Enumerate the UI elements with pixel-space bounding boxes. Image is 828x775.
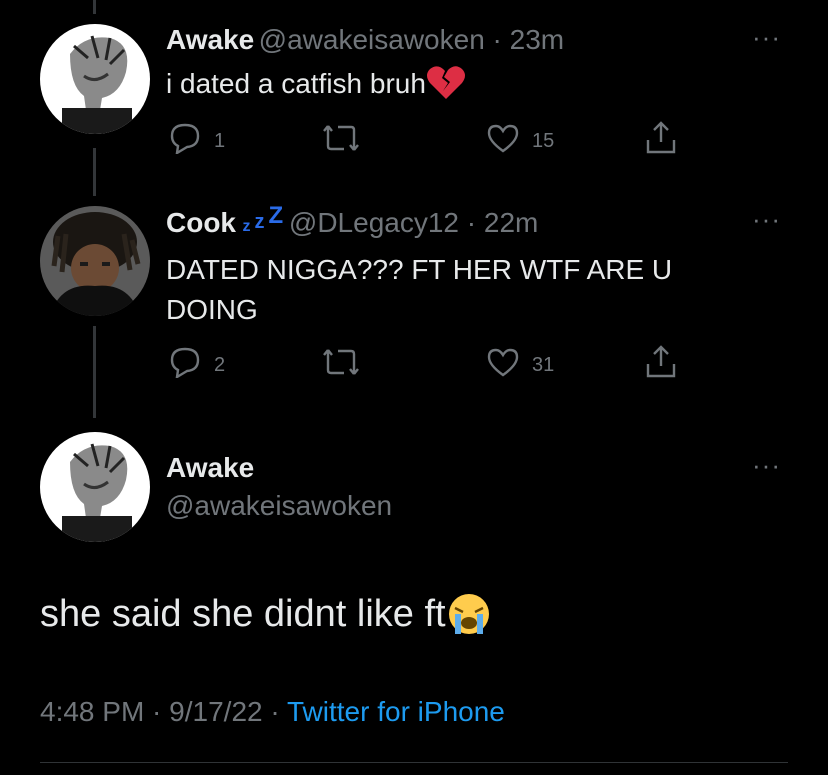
footer-separator-2: · [262,696,287,727]
main-time[interactable]: 4:48 PM [40,696,144,727]
tweet1-header: Awake @awakeisawoken · 23m [166,24,564,56]
tweet1-like-count: 15 [532,129,555,152]
crying-face-icon [446,592,492,636]
tweet1-handle[interactable]: @awakeisawoken [259,24,485,55]
thread-line-2 [93,326,96,418]
tweet2-like-button[interactable]: 31 [486,346,554,384]
broken-heart-icon [426,65,466,101]
tweet1-share-button[interactable] [644,120,678,162]
tweet1-like-button[interactable]: 15 [486,122,554,160]
tweet1-time[interactable]: 23m [510,24,564,55]
tweet2-text-line1: DATED NIGGA??? FT HER WTF ARE U [166,254,673,285]
tweet2-text: DATED NIGGA??? FT HER WTF ARE U DOING [166,250,672,330]
thread-line-top [93,0,96,14]
tweet1-text-content: i dated a catfish bruh [166,68,426,99]
main-more-icon[interactable]: ··· [752,450,781,481]
tweet1-more-icon[interactable]: ··· [752,22,781,53]
main-handle[interactable]: @awakeisawoken [166,490,392,522]
retweet-icon [322,346,360,384]
tweet2-retweet-button[interactable] [322,346,360,384]
heart-icon [486,122,520,160]
tweet2-separator: · [458,207,484,238]
tweet2-like-count: 31 [532,353,555,376]
avatar-awake-main[interactable] [40,432,150,542]
thread-line-1 [93,148,96,196]
tweet2-author-name[interactable]: Cook [166,207,236,238]
retweet-icon [322,122,360,160]
main-date[interactable]: 9/17/22 [169,696,262,727]
footer-separator-1: · [144,696,170,727]
tweet2-header: Cook zzZ @DLegacy12 · 22m [166,202,538,239]
tweet2-handle[interactable]: @DLegacy12 [289,207,459,238]
share-icon [644,120,678,162]
tweet1-author-name[interactable]: Awake [166,24,254,55]
main-source-link[interactable]: Twitter for iPhone [287,696,505,727]
tweet1-separator: · [484,24,510,55]
tweet1-text: i dated a catfish bruh [166,64,466,104]
main-text-content: she said she didnt like ft [40,593,446,635]
reply-icon [168,122,202,160]
tweet2-text-line2: DOING [166,294,258,325]
tweet1-retweet-button[interactable] [322,122,360,160]
tweet2-more-icon[interactable]: ··· [752,204,781,235]
reply-icon [168,346,202,384]
main-tweet-footer: 4:48 PM · 9/17/22 · Twitter for iPhone [40,696,505,728]
bottom-divider [40,762,788,763]
share-icon [644,344,678,386]
main-tweet-text: she said she didnt like ft [40,592,492,636]
zzz-icon: zzZ [242,202,284,235]
avatar-awake[interactable] [40,24,150,134]
tweet2-time[interactable]: 22m [484,207,538,238]
avatar-cook[interactable] [40,206,150,316]
heart-icon [486,346,520,384]
tweet2-reply-count: 2 [214,353,226,376]
tweet2-reply-button[interactable]: 2 [168,346,225,384]
tweet2-share-button[interactable] [644,344,678,386]
tweet1-reply-button[interactable]: 1 [168,122,225,160]
tweet1-reply-count: 1 [214,129,226,152]
main-author-name[interactable]: Awake [166,452,254,484]
